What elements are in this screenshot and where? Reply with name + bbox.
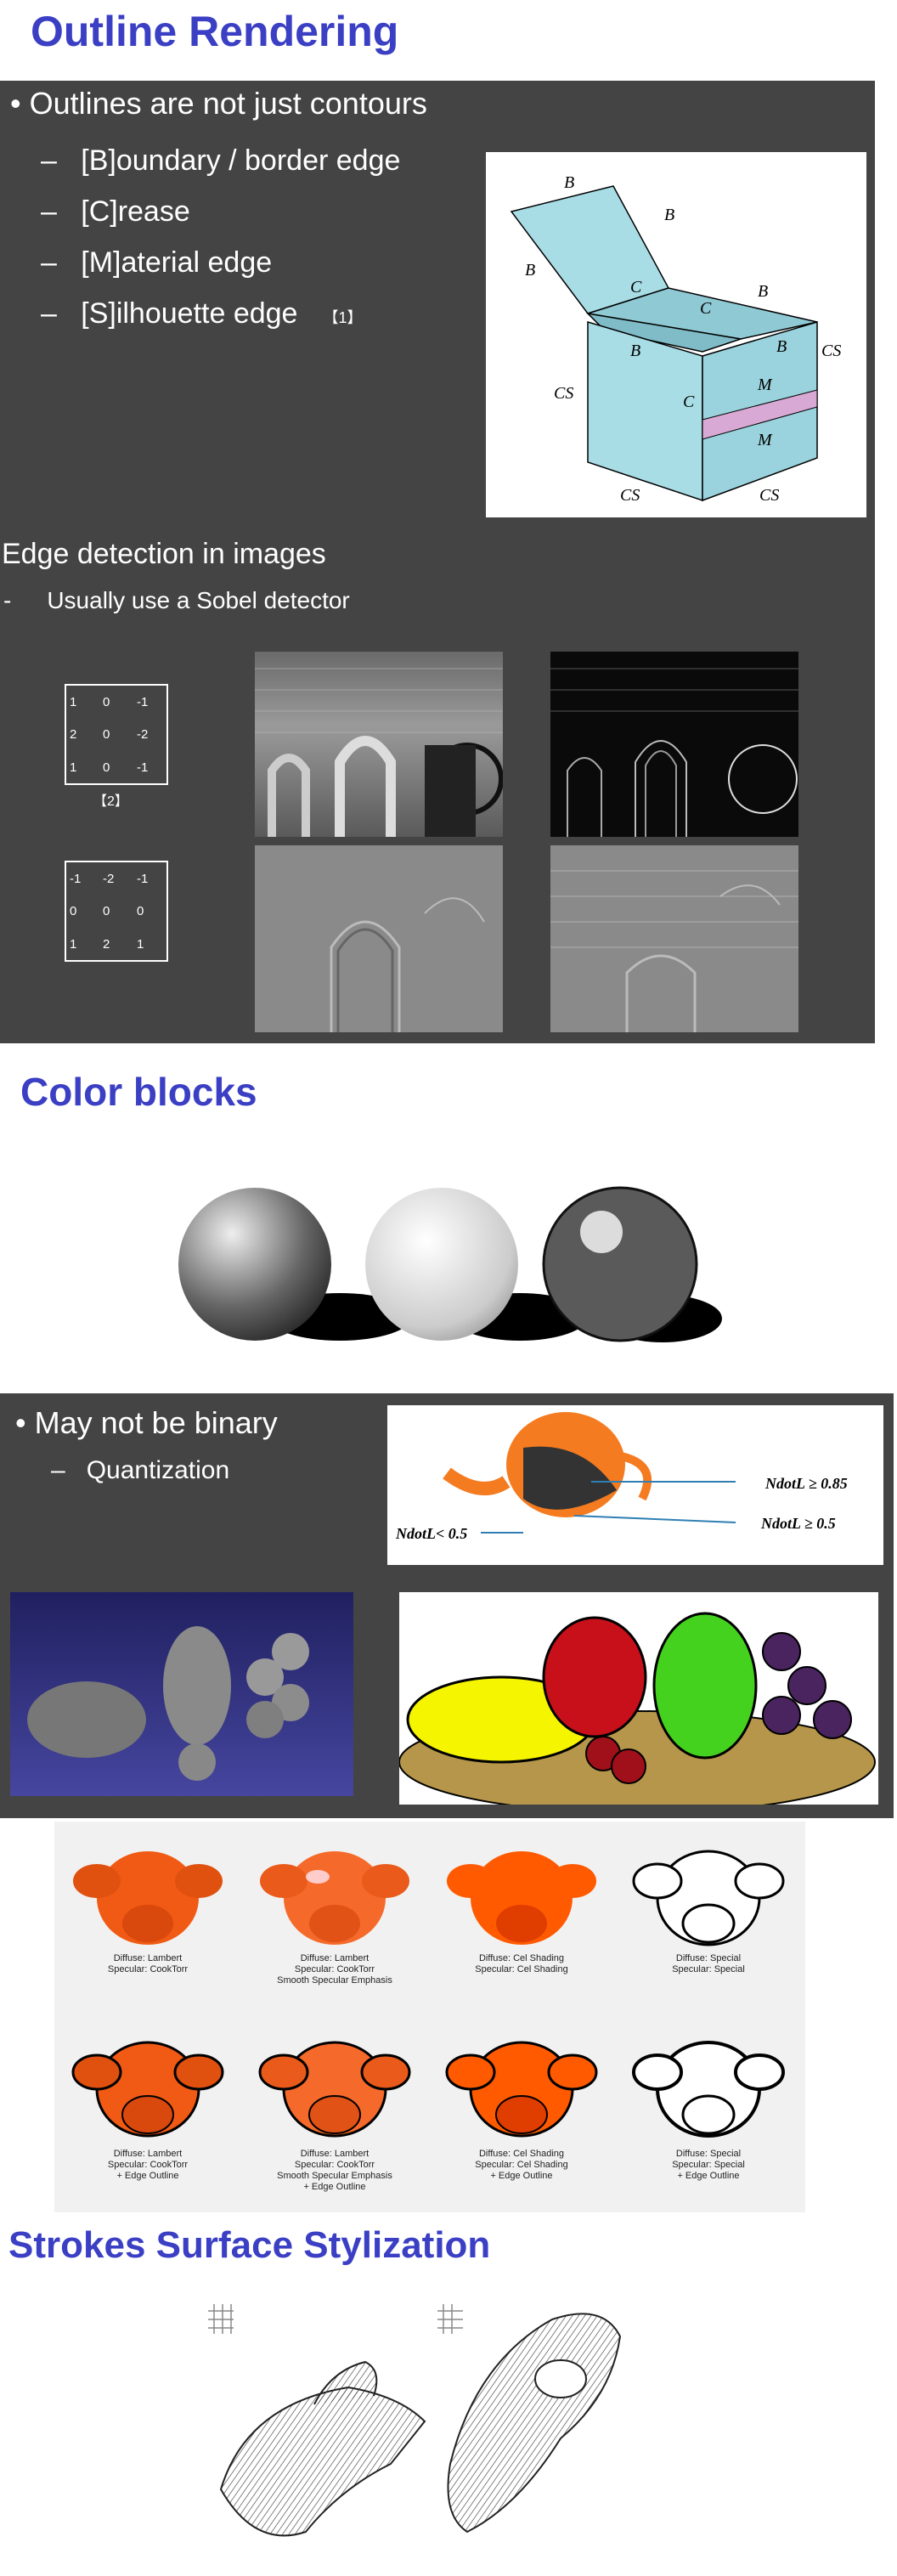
svg-text:C: C <box>683 393 695 411</box>
color-sub: – Quantization <box>51 1456 230 1484</box>
cube-label-m: M <box>757 376 773 394</box>
edge-heading: Edge detection in images <box>2 538 326 570</box>
monkey-caption: Diffuse: Lambert Specular: CookTorr Smooth… <box>277 1953 392 1986</box>
edge-sub-dash: - <box>3 587 12 613</box>
svg-text:CS: CS <box>620 486 640 505</box>
monkey-grid: Diffuse: Lambert Specular: CookTorr Diffu… <box>54 1822 805 2212</box>
bullet-dot: • <box>15 1405 35 1440</box>
monkey-caption: Diffuse: Lambert Specular: CookTorr Smooth… <box>277 2149 392 2192</box>
color-sub-text: Quantization <box>86 1456 230 1484</box>
monkey-special: Diffuse: Special Specular: Special <box>632 1830 785 2000</box>
strokes-title: Strokes Surface Stylization <box>8 2224 491 2266</box>
outline-list: – [B]oundary / border edge – [C]rease – … <box>41 135 400 343</box>
monkey-cel: Diffuse: Cel Shading Specular: Cel Shadin… <box>445 1830 598 2000</box>
svg-text:B: B <box>776 337 787 356</box>
outline-title: Outline Rendering <box>31 8 399 55</box>
teapot-label-low: NdotL< 0.5 <box>395 1525 467 1542</box>
list-item: – [C]rease <box>41 195 190 228</box>
monkey-lambert: Diffuse: Lambert Specular: CookTorr <box>71 1830 224 2000</box>
fruit-grey-render <box>10 1592 353 1796</box>
outline-bullet: • Outlines are not just contours <box>10 86 427 121</box>
svg-text:M: M <box>757 431 773 449</box>
color-bullet: • May not be binary <box>15 1405 278 1441</box>
svg-text:B: B <box>525 261 535 280</box>
bullet-dot: • <box>10 86 30 121</box>
bike-photo-original <box>255 652 503 837</box>
bike-photo-sobel-x <box>255 845 503 1032</box>
quantization-slide: • May not be binary – Quantization NdotL… <box>0 1393 894 1818</box>
cube-label-c: C <box>630 278 642 297</box>
fruit-toon-render <box>399 1592 878 1805</box>
list-item: – [S]ilhouette edge 【1】 <box>41 297 363 330</box>
teapot-figure: NdotL ≥ 0.85 NdotL ≥ 0.5 NdotL< 0.5 <box>387 1405 883 1565</box>
citation-2: 【2】 <box>93 794 128 809</box>
monkey-special-outline: Diffuse: Special Specular: Special + Edge … <box>632 2017 785 2204</box>
cube-label-cs: CS <box>821 342 841 360</box>
teapot-label-high: NdotL ≥ 0.85 <box>764 1475 848 1492</box>
svg-text:CS: CS <box>759 486 779 505</box>
bike-photo-sobel-y <box>550 845 798 1032</box>
svg-text:C: C <box>700 299 712 318</box>
monkey-caption: Diffuse: Cel Shading Specular: Cel Shadin… <box>475 1953 568 1974</box>
cube-label-b: B <box>564 173 574 192</box>
monkey-lambert-outline: Diffuse: Lambert Specular: CookTorr + Edge… <box>71 2017 224 2204</box>
cube-diagram: B B B C C B B B CS C M M CS CS CS <box>486 152 866 517</box>
edge-sub: - Usually use a Sobel detector <box>3 587 350 614</box>
monkey-cel-outline: Diffuse: Cel Shading Specular: Cel Shadin… <box>445 2017 598 2204</box>
citation-1: 【1】 <box>323 309 363 326</box>
monkey-caption: Diffuse: Special Specular: Special <box>672 1953 745 1974</box>
svg-text:B: B <box>758 282 768 301</box>
list-item: – [B]oundary / border edge <box>41 144 401 177</box>
svg-text:B: B <box>664 206 674 224</box>
edge-sub-text: Usually use a Sobel detector <box>47 587 350 613</box>
outline-slide: • Outlines are not just contours – [B]ou… <box>0 81 875 1043</box>
monkey-caption: Diffuse: Special Specular: Special + Edge … <box>672 2149 745 2181</box>
svg-text:CS: CS <box>554 384 573 403</box>
color-bullet-text: May not be binary <box>34 1405 278 1440</box>
monkey-caption: Diffuse: Lambert Specular: CookTorr + Edge… <box>107 2149 189 2181</box>
hatched-hands-figure <box>195 2294 654 2566</box>
monkey-lambert-smooth: Diffuse: Lambert Specular: CookTorr Smooth… <box>258 1830 411 2000</box>
outline-bullet-text: Outlines are not just contours <box>29 86 427 121</box>
bike-photo-edges <box>550 652 798 837</box>
sobel-matrix-y: -1 -2 -1 000 121 <box>65 861 168 962</box>
svg-text:B: B <box>630 342 640 360</box>
spheres-figure <box>170 1172 722 1359</box>
sobel-matrix-x: 1 0 -1 2 0 -2 1 0 -1 <box>65 684 168 785</box>
monkey-caption: Diffuse: Lambert Specular: CookTorr <box>107 1953 189 1974</box>
monkey-lambert-smooth-outline: Diffuse: Lambert Specular: CookTorr Smooth… <box>258 2017 411 2204</box>
list-item: – [M]aterial edge <box>41 246 273 279</box>
color-blocks-title: Color blocks <box>20 1070 257 1114</box>
monkey-caption: Diffuse: Cel Shading Specular: Cel Shadin… <box>475 2149 568 2181</box>
teapot-label-mid: NdotL ≥ 0.5 <box>760 1515 836 1532</box>
